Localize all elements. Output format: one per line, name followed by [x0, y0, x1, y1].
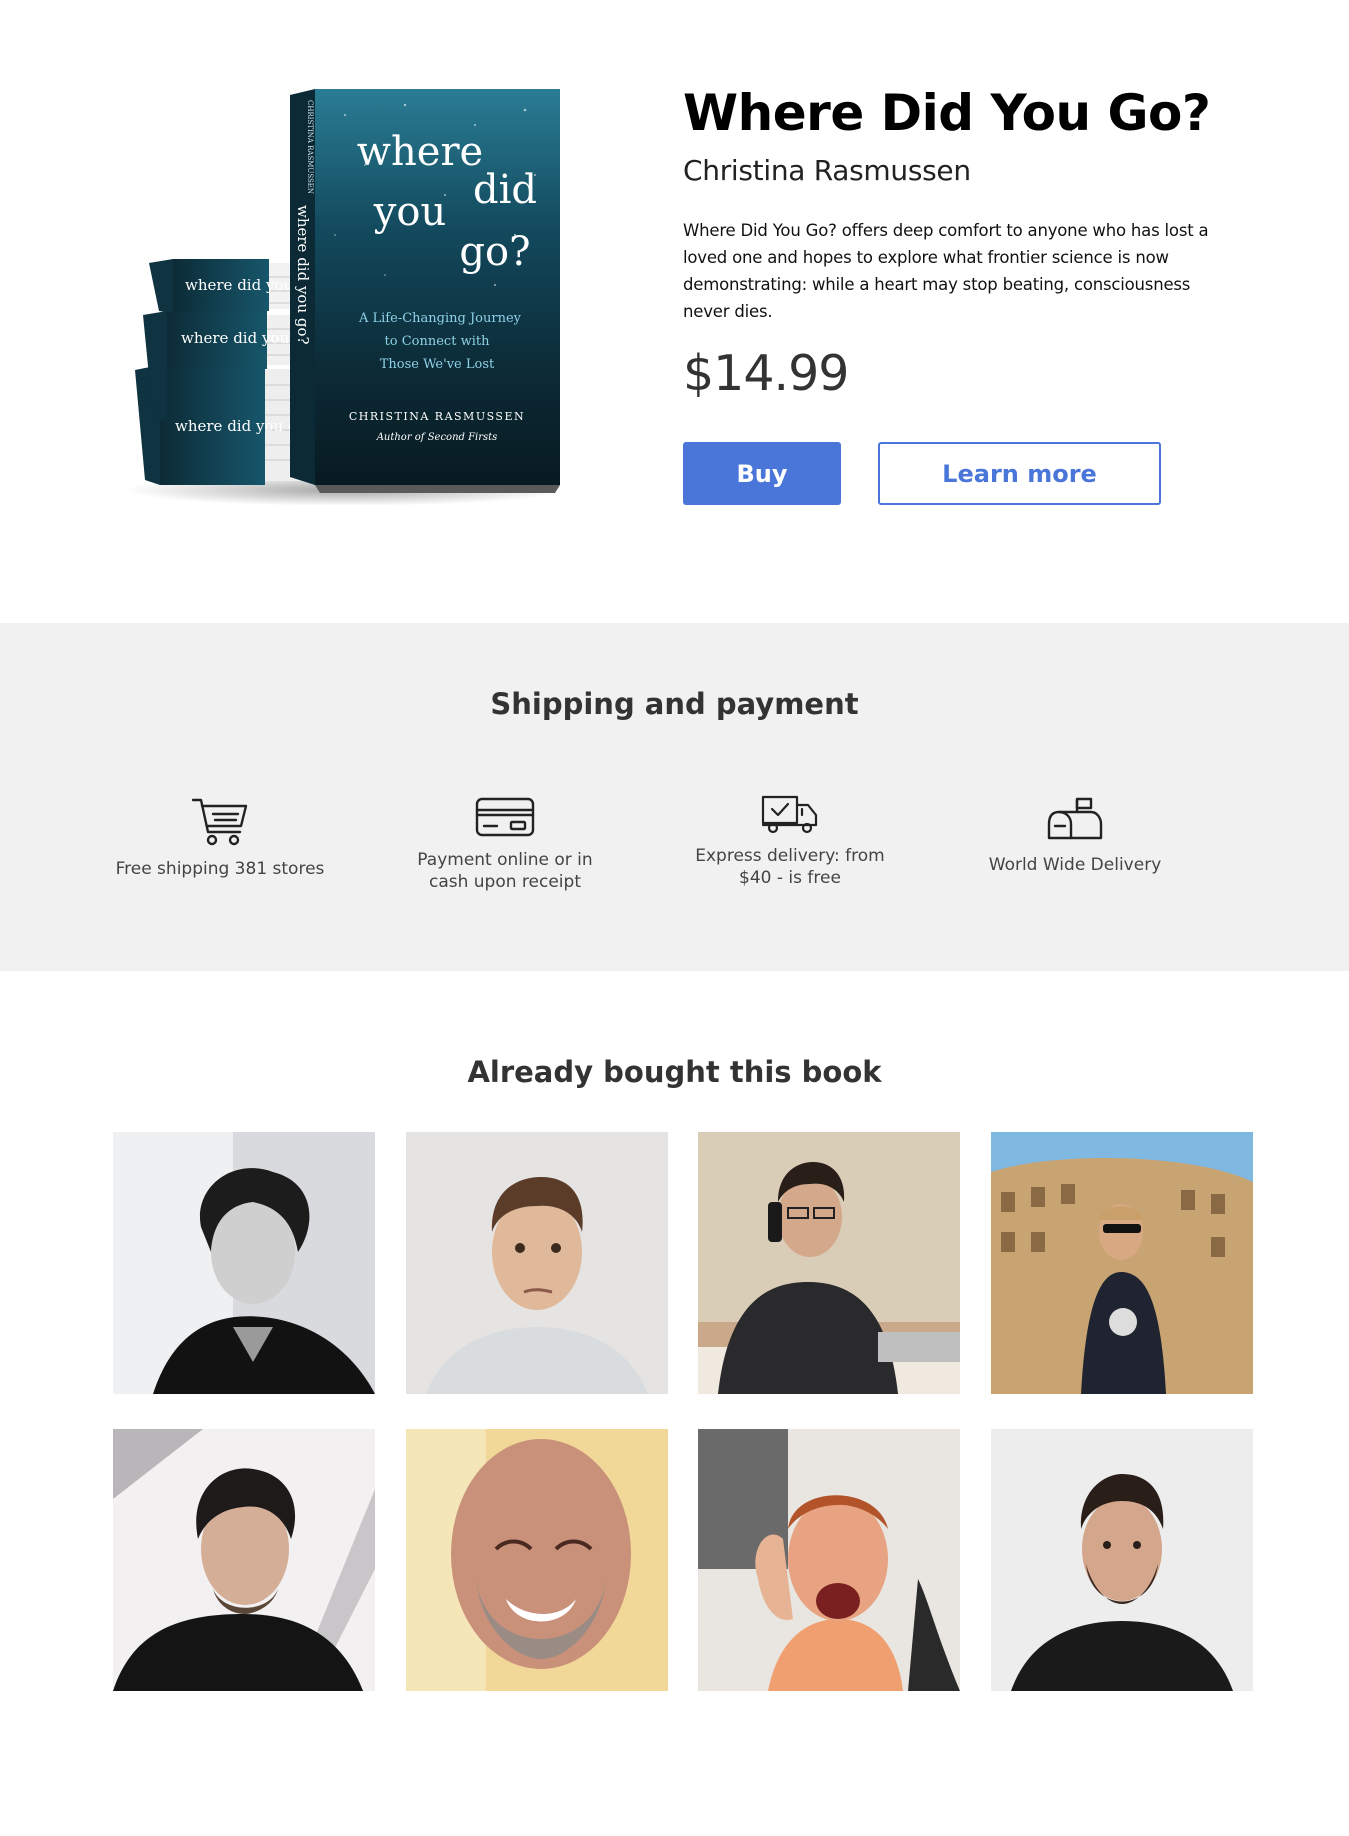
cover-subtitle-line-3: Those We've Lost [380, 357, 495, 372]
buyer-photo-8[interactable] [991, 1429, 1253, 1691]
feature-payment: Payment online or in cash upon receipt [385, 796, 625, 893]
feature-label-line-1: Express delivery: from [695, 846, 885, 866]
mailbox-icon [1047, 797, 1103, 840]
avatar [698, 1429, 960, 1691]
book-author: Christina Rasmussen [683, 154, 971, 187]
book-title: Where Did You Go? [683, 84, 1211, 142]
feature-label-line-2: $40 - is free [739, 868, 841, 888]
book-description: Where Did You Go? offers deep comfort to… [683, 221, 1209, 321]
avatar [406, 1132, 668, 1394]
cover-title-line-4: go? [459, 229, 530, 275]
cover-title-line-1: where [357, 129, 483, 175]
avatar [113, 1429, 375, 1691]
shipping-title: Shipping and payment [490, 687, 859, 721]
buyers-title: Already bought this book [467, 1055, 882, 1089]
buyer-photo-6[interactable] [406, 1429, 668, 1691]
shipping-section: Shipping and payment Free shipping 381 s… [0, 623, 1349, 971]
cover-title-line-2: did [473, 167, 537, 213]
buyer-photo-5[interactable] [113, 1429, 375, 1691]
delivery-truck-icon [761, 795, 818, 834]
cover-author: CHRISTINA RASMUSSEN [349, 410, 525, 423]
buyer-photo-3[interactable] [698, 1132, 960, 1394]
avatar [406, 1429, 668, 1691]
feature-label-line-2: cash upon receipt [428, 872, 581, 892]
feature-world-delivery: World Wide Delivery [955, 796, 1195, 876]
credit-card-icon [475, 797, 535, 837]
avatar [991, 1132, 1253, 1394]
spine-title: where did you go? [294, 205, 312, 345]
shopping-cart-icon [191, 798, 248, 846]
feature-express-delivery: Express delivery: from $40 - is free [670, 793, 910, 889]
cover-subtitle-line-1: A Life-Changing Journey [358, 311, 522, 326]
feature-label: Free shipping 381 stores [115, 859, 325, 879]
buyer-photo-7[interactable] [698, 1429, 960, 1691]
buyer-photo-4[interactable] [991, 1132, 1253, 1394]
book-price: $14.99 [683, 345, 849, 402]
cover-title-line-3: you [373, 189, 446, 235]
avatar [991, 1429, 1253, 1691]
product-hero: where did you go? where did you go? wher… [0, 0, 1349, 623]
standing-book: where did you go? A Life-Changing Journe… [290, 89, 560, 493]
learn-more-button[interactable]: Learn more [878, 442, 1161, 505]
buyer-photo-1[interactable] [113, 1132, 375, 1394]
avatar [698, 1132, 960, 1394]
cover-subtitle-line-2: to Connect with [385, 334, 491, 349]
avatar [113, 1132, 375, 1394]
buy-button[interactable]: Buy [683, 442, 841, 505]
book-cover-image: where did you go? where did you go? wher… [125, 89, 565, 505]
feature-label-line-1: Payment online or in [417, 850, 593, 870]
feature-label: World Wide Delivery [988, 855, 1162, 875]
cover-tagline: Author of Second Firsts [376, 432, 498, 443]
feature-free-shipping: Free shipping 381 stores [100, 796, 340, 880]
buyer-photo-2[interactable] [406, 1132, 668, 1394]
spine-author: CHRISTINA RASMUSSEN [306, 100, 314, 194]
